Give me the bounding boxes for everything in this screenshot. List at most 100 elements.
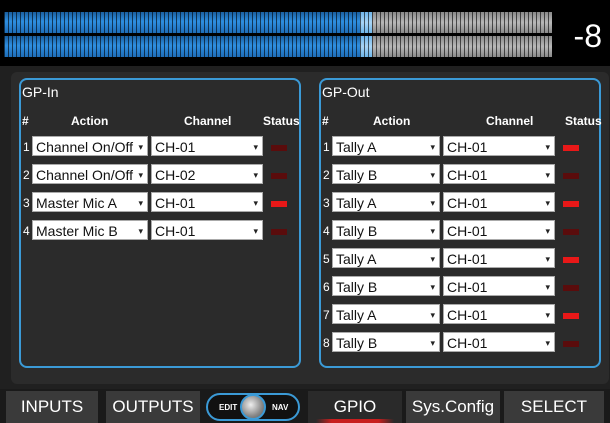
- row-number: 7: [323, 308, 330, 322]
- gpio-row: 1 Channel On/Off ▾ CH-01 ▾: [21, 136, 299, 158]
- channel-select[interactable]: CH-01 ▾: [443, 332, 555, 352]
- channel-value: CH-01: [447, 307, 488, 323]
- action-value: Tally A: [336, 307, 377, 323]
- channel-select[interactable]: CH-01 ▾: [443, 136, 555, 156]
- channel-value: CH-01: [447, 167, 488, 183]
- action-select[interactable]: Tally B ▾: [332, 220, 440, 240]
- chevron-down-icon: ▾: [545, 282, 550, 292]
- gpio-row: 4 Master Mic B ▾ CH-01 ▾: [21, 220, 299, 242]
- action-value: Master Mic B: [36, 223, 118, 239]
- action-value: Tally A: [336, 195, 377, 211]
- status-led: [563, 285, 579, 291]
- header-action: Action: [71, 114, 109, 128]
- chevron-down-icon: ▾: [253, 170, 258, 180]
- action-value: Channel On/Off: [36, 167, 134, 183]
- channel-value: CH-01: [447, 279, 488, 295]
- chevron-down-icon: ▾: [545, 226, 550, 236]
- level-meter-left: [4, 12, 552, 33]
- gp-out-panel: GP-Out # Action Channel Status 1 Tally A ▾…: [319, 78, 602, 368]
- gpio-row: 1 Tally A ▾ CH-01 ▾: [321, 136, 599, 158]
- chevron-down-icon: ▾: [430, 254, 435, 264]
- action-value: Channel On/Off: [36, 139, 134, 155]
- chevron-down-icon: ▾: [430, 170, 435, 180]
- chevron-down-icon: ▾: [430, 338, 435, 348]
- action-select[interactable]: Master Mic B ▾: [32, 220, 148, 240]
- tab-select[interactable]: SELECT: [504, 391, 604, 423]
- action-select[interactable]: Channel On/Off ▾: [32, 136, 148, 156]
- action-select[interactable]: Tally A ▾: [332, 304, 440, 324]
- gpio-row: 8 Tally B ▾ CH-01 ▾: [321, 332, 599, 354]
- gp-in-panel: GP-In # Action Channel Status 1 Channel O…: [19, 78, 301, 368]
- chevron-down-icon: ▾: [545, 142, 550, 152]
- action-value: Tally B: [336, 279, 378, 295]
- action-value: Tally B: [336, 167, 378, 183]
- action-select[interactable]: Tally A ▾: [332, 192, 440, 212]
- action-value: Master Mic A: [36, 195, 117, 211]
- tab-inputs[interactable]: INPUTS: [6, 391, 98, 423]
- tab-sys-config[interactable]: Sys.Config: [406, 391, 500, 423]
- chevron-down-icon: ▾: [545, 254, 550, 264]
- status-led: [271, 145, 287, 151]
- action-select[interactable]: Channel On/Off ▾: [32, 164, 148, 184]
- action-select[interactable]: Tally B ▾: [332, 276, 440, 296]
- channel-select[interactable]: CH-01 ▾: [443, 220, 555, 240]
- channel-value: CH-01: [155, 195, 196, 211]
- header-channel: Channel: [486, 114, 534, 128]
- knob-label-edit: EDIT: [219, 403, 238, 412]
- status-led: [271, 201, 287, 207]
- channel-value: CH-01: [447, 139, 488, 155]
- chevron-down-icon: ▾: [430, 198, 435, 208]
- channel-select[interactable]: CH-01 ▾: [151, 220, 263, 240]
- channel-select[interactable]: CH-01 ▾: [443, 304, 555, 324]
- tab-outputs[interactable]: OUTPUTS: [106, 391, 200, 423]
- gpio-content: GP-In # Action Channel Status 1 Channel O…: [11, 72, 609, 384]
- chevron-down-icon: ▾: [430, 142, 435, 152]
- row-number: 1: [23, 140, 30, 154]
- channel-value: CH-01: [447, 195, 488, 211]
- tab-gpio[interactable]: GPIO: [308, 391, 402, 423]
- channel-value: CH-01: [447, 251, 488, 267]
- gpio-row: 6 Tally B ▾ CH-01 ▾: [321, 276, 599, 298]
- channel-value: CH-02: [155, 167, 196, 183]
- channel-select[interactable]: CH-01 ▾: [443, 276, 555, 296]
- header-status: Status: [565, 114, 602, 128]
- chevron-down-icon: ▾: [545, 338, 550, 348]
- channel-value: CH-01: [447, 223, 488, 239]
- chevron-down-icon: ▾: [545, 198, 550, 208]
- panel-title: GP-In: [22, 84, 59, 100]
- status-led: [271, 173, 287, 179]
- channel-select[interactable]: CH-01 ▾: [443, 192, 555, 212]
- action-select[interactable]: Tally A ▾: [332, 248, 440, 268]
- status-led: [563, 257, 579, 263]
- row-number: 3: [323, 196, 330, 210]
- channel-select[interactable]: CH-01 ▾: [443, 164, 555, 184]
- db-readout: -8: [573, 18, 602, 54]
- knob-dial-icon: [240, 394, 266, 420]
- action-select[interactable]: Tally B ▾: [332, 332, 440, 352]
- action-select[interactable]: Tally B ▾: [332, 164, 440, 184]
- channel-select[interactable]: CH-01 ▾: [151, 192, 263, 212]
- gpio-row: 2 Tally B ▾ CH-01 ▾: [321, 164, 599, 186]
- gpio-row: 4 Tally B ▾ CH-01 ▾: [321, 220, 599, 242]
- action-select[interactable]: Master Mic A ▾: [32, 192, 148, 212]
- header-status: Status: [263, 114, 300, 128]
- row-number: 4: [23, 224, 30, 238]
- level-meter-right: [4, 36, 552, 57]
- action-value: Tally B: [336, 335, 378, 351]
- channel-select[interactable]: CH-01 ▾: [151, 136, 263, 156]
- edit-nav-knob[interactable]: EDIT NAV: [206, 393, 300, 421]
- action-select[interactable]: Tally A ▾: [332, 136, 440, 156]
- channel-value: CH-01: [155, 139, 196, 155]
- status-led: [563, 341, 579, 347]
- row-number: 3: [23, 196, 30, 210]
- knob-label-nav: NAV: [272, 403, 289, 412]
- channel-select[interactable]: CH-01 ▾: [443, 248, 555, 268]
- action-value: Tally A: [336, 251, 377, 267]
- row-number: 4: [323, 224, 330, 238]
- chevron-down-icon: ▾: [545, 170, 550, 180]
- gpio-row: 3 Master Mic A ▾ CH-01 ▾: [21, 192, 299, 214]
- row-number: 5: [323, 252, 330, 266]
- level-meter-area: -8: [0, 0, 610, 66]
- header-action: Action: [373, 114, 411, 128]
- channel-select[interactable]: CH-02 ▾: [151, 164, 263, 184]
